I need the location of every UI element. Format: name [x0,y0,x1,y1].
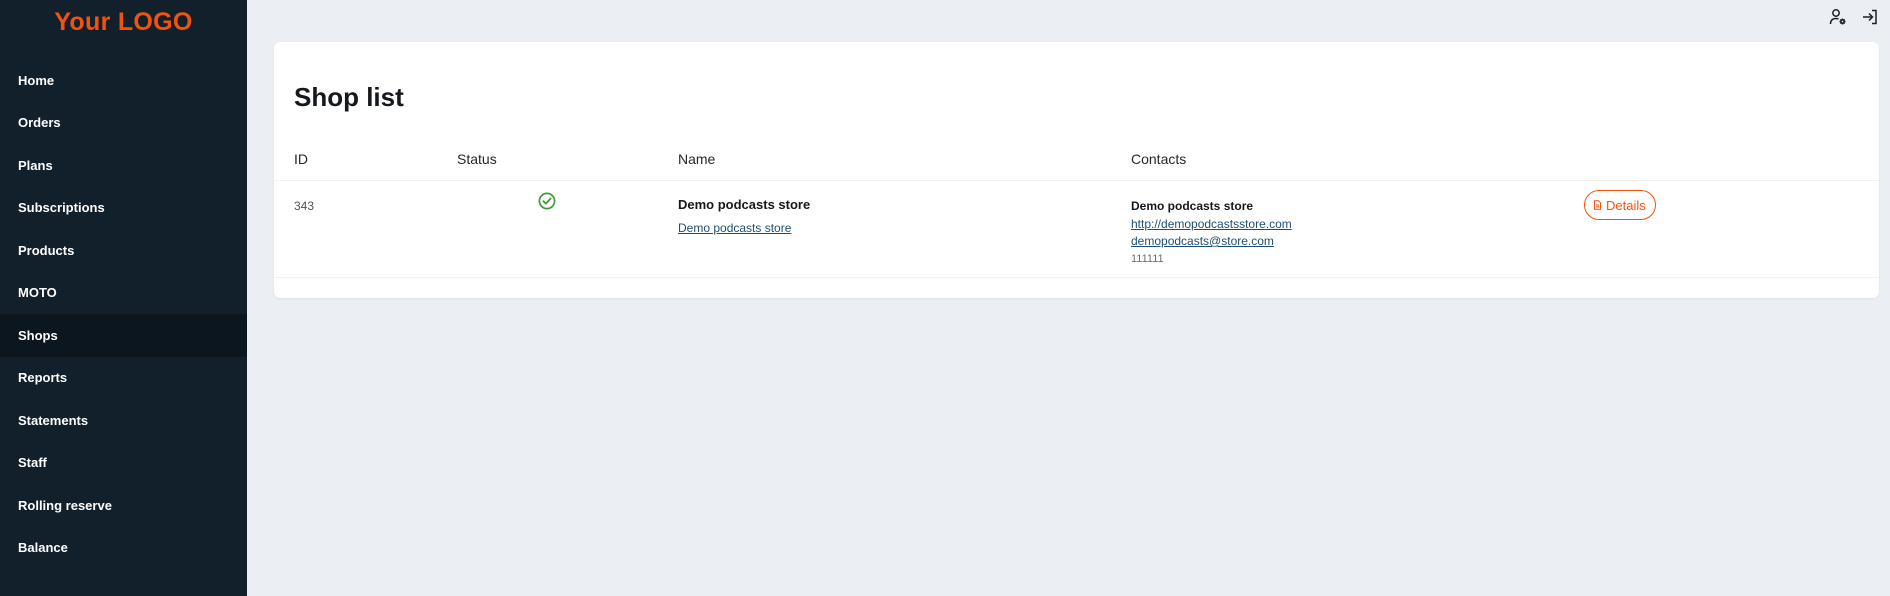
document-icon [1593,200,1602,210]
sidebar-nav: Home Orders Plans Subscriptions Products… [0,59,247,569]
sidebar: Your LOGO Home Orders Plans Subscription… [0,0,247,596]
sidebar-item-orders[interactable]: Orders [0,102,247,145]
logout-icon[interactable] [1860,7,1880,27]
column-header-name: Name [678,151,716,167]
column-header-contacts: Contacts [1131,151,1187,167]
shop-contacts: Demo podcasts store http://demopodcastss… [1131,198,1292,268]
sidebar-item-home[interactable]: Home [0,59,247,102]
sidebar-item-staff[interactable]: Staff [0,442,247,485]
sidebar-item-statements[interactable]: Statements [0,399,247,442]
contact-email-link[interactable]: demopodcasts@store.com [1131,233,1292,251]
logo[interactable]: Your LOGO [0,8,247,37]
check-circle-icon [538,192,556,210]
topbar-actions [1828,7,1880,27]
column-header-status: Status [457,151,497,167]
header-divider [274,180,1879,181]
contact-website-link[interactable]: http://demopodcastsstore.com [1131,216,1292,234]
sidebar-item-moto[interactable]: MOTO [0,272,247,315]
sidebar-item-products[interactable]: Products [0,229,247,272]
user-settings-icon[interactable] [1828,7,1848,27]
details-button[interactable]: Details [1584,190,1656,220]
shop-list-card: Shop list ID Status Name Contacts 343 De… [274,42,1879,298]
sidebar-item-subscriptions[interactable]: Subscriptions [0,187,247,230]
shop-name-link[interactable]: Demo podcasts store [678,221,791,235]
contact-name: Demo podcasts store [1131,199,1254,213]
column-header-id: ID [294,151,308,167]
details-button-label: Details [1606,197,1646,213]
sidebar-item-shops[interactable]: Shops [0,314,247,357]
sidebar-item-rolling-reserve[interactable]: Rolling reserve [0,484,247,527]
shop-name: Demo podcasts store [678,197,811,212]
contact-phone: 111111 [1131,252,1164,265]
shop-id: 343 [294,199,315,213]
sidebar-item-reports[interactable]: Reports [0,357,247,400]
sidebar-item-plans[interactable]: Plans [0,144,247,187]
page-title: Shop list [294,82,404,112]
sidebar-item-balance[interactable]: Balance [0,527,247,570]
row-divider [274,277,1879,278]
